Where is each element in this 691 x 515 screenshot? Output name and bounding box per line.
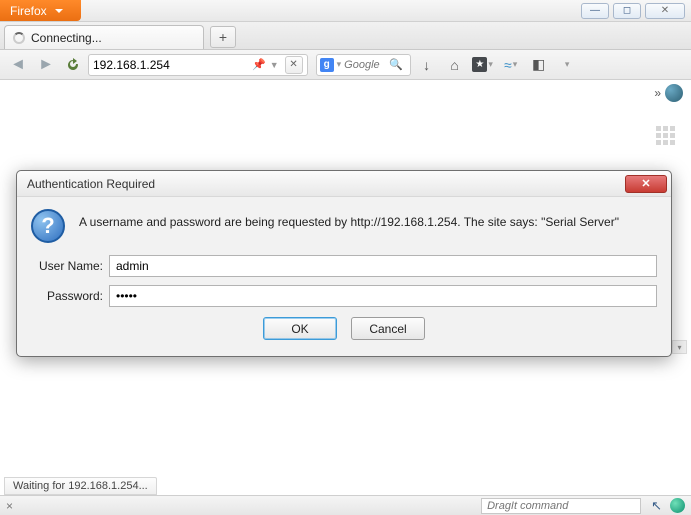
search-bar[interactable]: g ▾ 🔍	[316, 54, 411, 76]
browser-tab[interactable]: Connecting...	[4, 25, 204, 49]
password-label: Password:	[31, 289, 109, 303]
password-input[interactable]	[109, 285, 657, 307]
dialog-body: ? A username and password are being requ…	[17, 197, 671, 356]
sidebar-icon: ◧	[532, 56, 545, 73]
minimize-button[interactable]: —	[581, 3, 609, 19]
window-titlebar: Firefox — ◻ ✕	[0, 0, 691, 22]
dialog-title: Authentication Required	[27, 177, 155, 191]
addon-bar-close-button[interactable]: ×	[6, 499, 13, 513]
extension-orb-icon[interactable]	[670, 498, 685, 513]
window-close-button[interactable]: ✕	[645, 3, 685, 19]
chevron-down-icon: ▾	[513, 59, 518, 70]
sidebar-toggle-button[interactable]: ◧	[527, 54, 551, 76]
search-engine-icon[interactable]: g	[320, 58, 334, 72]
window-controls: — ◻ ✕	[575, 0, 691, 21]
question-icon: ?	[31, 209, 65, 243]
sync-button[interactable]: ≈▾	[499, 54, 523, 76]
home-icon: ⌂	[450, 57, 458, 73]
firefox-menu-button[interactable]: Firefox	[0, 0, 81, 21]
reload-button[interactable]	[62, 54, 84, 76]
new-tab-button[interactable]: +	[210, 26, 236, 48]
url-input[interactable]	[93, 58, 248, 72]
tab-title: Connecting...	[31, 31, 102, 45]
overflow-chevron-icon[interactable]: »	[654, 86, 661, 100]
downloads-button[interactable]: ↓	[415, 54, 439, 76]
forward-button[interactable]: ►	[34, 54, 58, 76]
status-text: Waiting for 192.168.1.254...	[13, 480, 148, 492]
dragit-command-input[interactable]	[481, 498, 641, 514]
auth-dialog: Authentication Required ✕ ? A username a…	[16, 170, 672, 357]
dialog-titlebar[interactable]: Authentication Required ✕	[17, 171, 671, 197]
home-button[interactable]: ⌂	[443, 54, 467, 76]
tab-strip: Connecting... +	[0, 22, 691, 50]
extension-icon[interactable]	[665, 84, 683, 102]
url-dropdown-icon[interactable]: ▼	[270, 60, 279, 70]
username-input[interactable]	[109, 255, 657, 277]
addon-bar: × ↖	[0, 495, 691, 515]
sync-icon: ≈	[504, 57, 512, 73]
loading-spinner-icon	[13, 32, 25, 44]
status-bar: Waiting for 192.168.1.254...	[4, 477, 157, 495]
username-label: User Name:	[31, 259, 109, 273]
reload-icon	[65, 57, 81, 73]
cursor-icon[interactable]: ↖	[651, 498, 662, 514]
app-name: Firefox	[10, 4, 47, 18]
chevron-down-icon: ▾	[565, 59, 570, 70]
ok-button[interactable]: OK	[263, 317, 337, 340]
download-icon: ↓	[423, 57, 430, 73]
bookmarks-button[interactable]: ★▾	[471, 54, 495, 76]
search-input[interactable]	[344, 59, 386, 71]
dialog-message: A username and password are being reques…	[79, 209, 619, 229]
stop-button[interactable]: ✕	[285, 56, 303, 74]
apps-grid-icon[interactable]	[656, 126, 675, 145]
dialog-close-button[interactable]: ✕	[625, 175, 667, 193]
maximize-button[interactable]: ◻	[613, 3, 641, 19]
back-button[interactable]: ◄	[6, 54, 30, 76]
pin-icon[interactable]: 📌	[252, 58, 266, 71]
chevron-down-icon: ▾	[488, 59, 493, 70]
star-icon: ★	[472, 57, 487, 72]
cancel-button[interactable]: Cancel	[351, 317, 425, 340]
search-go-icon[interactable]: 🔍	[389, 58, 403, 71]
toolbar-overflow-button[interactable]: ▾	[555, 54, 579, 76]
navigation-toolbar: ◄ ► 📌 ▼ ✕ g ▾ 🔍 ↓ ⌂ ★▾ ≈▾ ◧ ▾	[0, 50, 691, 80]
url-bar[interactable]: 📌 ▼ ✕	[88, 54, 308, 76]
scrollbar-down-button[interactable]: ▾	[672, 340, 687, 354]
search-engine-dropdown-icon[interactable]: ▾	[337, 59, 342, 70]
